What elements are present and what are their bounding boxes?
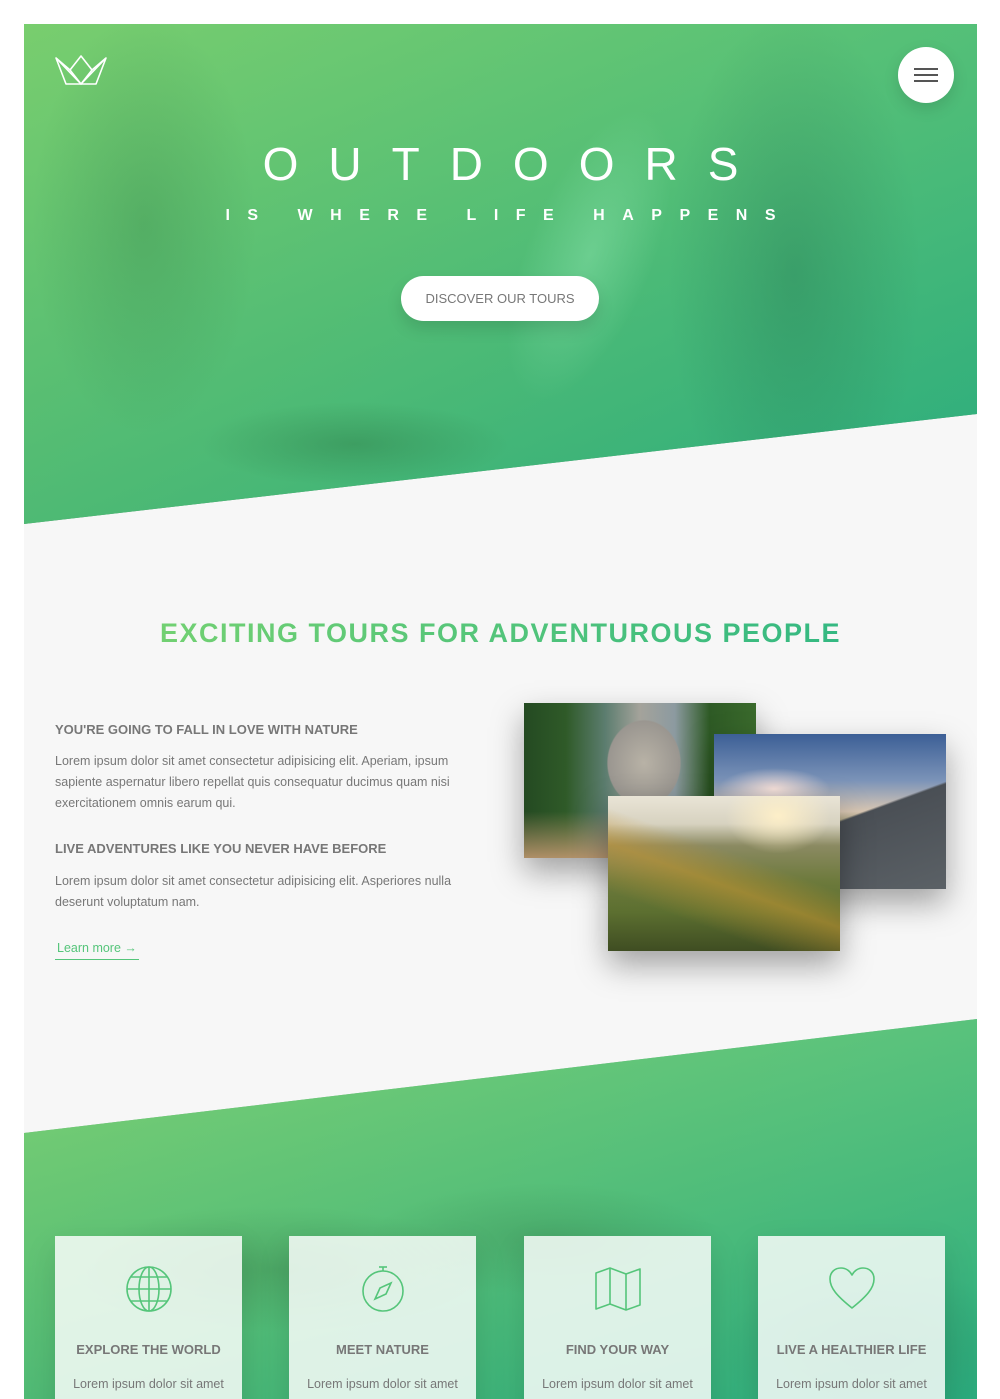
globe-icon bbox=[126, 1266, 172, 1312]
section-title: EXCITING TOURS FOR ADVENTUROUS PEOPLE bbox=[24, 618, 977, 649]
page: OUTDOORS IS WHERE LIFE HAPPENS DISCOVER … bbox=[24, 24, 977, 1399]
learn-more-link[interactable]: Learn more → bbox=[55, 941, 139, 960]
card-text: Lorem ipsum dolor sit amet bbox=[542, 1377, 693, 1391]
heart-icon bbox=[829, 1267, 875, 1309]
feature-heading-nature: YOU'RE GOING TO FALL IN LOVE WITH NATURE bbox=[55, 722, 358, 737]
feature-card-nature[interactable]: MEET NATURE Lorem ipsum dolor sit amet bbox=[289, 1236, 476, 1399]
card-title: EXPLORE THE WORLD bbox=[76, 1342, 221, 1357]
feature-card-explore[interactable]: EXPLORE THE WORLD Lorem ipsum dolor sit … bbox=[55, 1236, 242, 1399]
card-text: Lorem ipsum dolor sit amet bbox=[776, 1377, 927, 1391]
feature-card-healthier[interactable]: LIVE A HEALTHIER LIFE Lorem ipsum dolor … bbox=[758, 1236, 945, 1399]
feature-heading-adventures: LIVE ADVENTURES LIKE YOU NEVER HAVE BEFO… bbox=[55, 841, 387, 856]
feature-card-find-way[interactable]: FIND YOUR WAY Lorem ipsum dolor sit amet bbox=[524, 1236, 711, 1399]
feature-text-nature: Lorem ipsum dolor sit amet consectetur a… bbox=[55, 754, 450, 810]
compass-icon bbox=[362, 1266, 404, 1312]
card-title: MEET NATURE bbox=[336, 1342, 429, 1357]
hero-subtitle: IS WHERE LIFE HAPPENS bbox=[225, 207, 794, 224]
card-text: Lorem ipsum dolor sit amet bbox=[307, 1377, 458, 1391]
feature-text-adventures: Lorem ipsum dolor sit amet consectetur a… bbox=[55, 874, 452, 909]
card-text: Lorem ipsum dolor sit amet bbox=[73, 1377, 224, 1391]
menu-button[interactable] bbox=[898, 47, 954, 103]
hamburger-icon bbox=[914, 74, 938, 76]
hero-title: OUTDOORS bbox=[262, 138, 769, 190]
hero-section: OUTDOORS IS WHERE LIFE HAPPENS DISCOVER … bbox=[24, 24, 977, 524]
mountain-ridge-hiker-photo[interactable] bbox=[608, 796, 840, 951]
card-title: FIND YOUR WAY bbox=[565, 1342, 670, 1357]
hamburger-icon bbox=[914, 68, 938, 70]
card-title: LIVE A HEALTHIER LIFE bbox=[776, 1342, 927, 1357]
crown-logo-icon[interactable] bbox=[54, 54, 108, 86]
hamburger-icon bbox=[914, 80, 938, 82]
discover-tours-button[interactable]: DISCOVER OUR TOURS bbox=[401, 276, 599, 321]
map-icon bbox=[595, 1267, 641, 1311]
